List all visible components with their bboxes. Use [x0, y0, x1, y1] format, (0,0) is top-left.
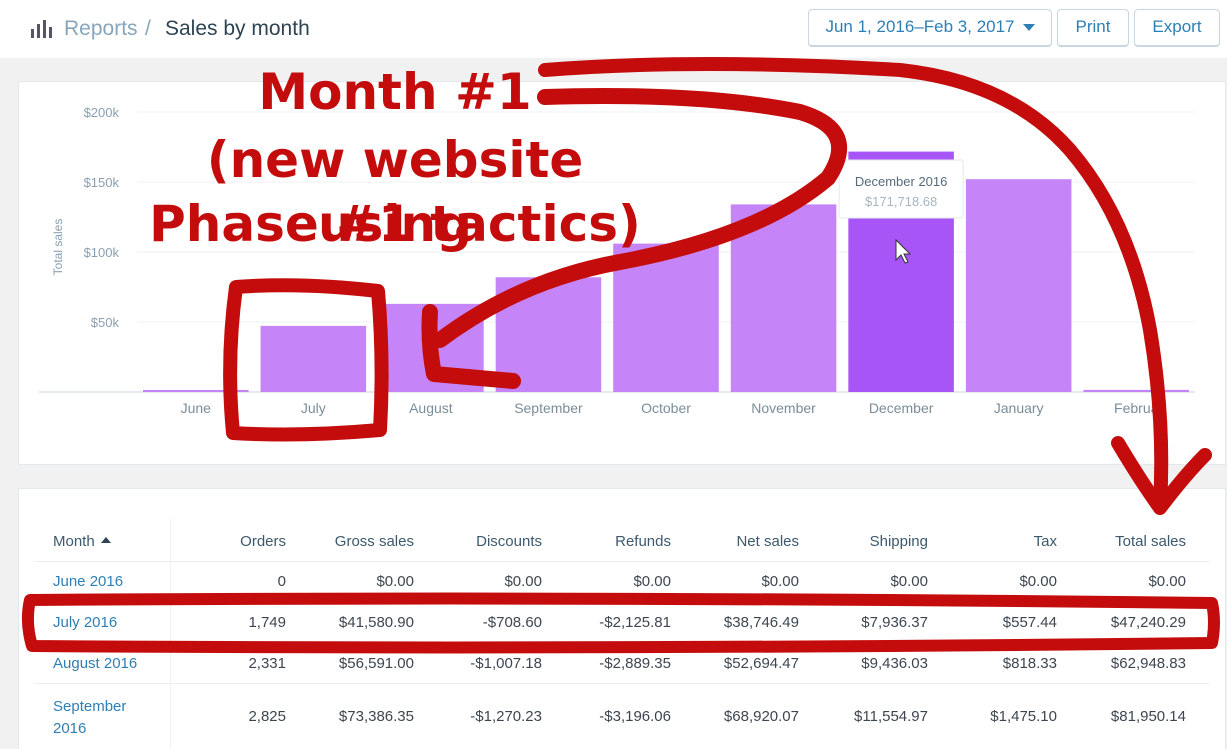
column-header-discounts[interactable]: Discounts: [402, 533, 542, 550]
month-link[interactable]: June 2016: [53, 573, 123, 590]
table-cell-total: $81,950.14: [1110, 708, 1186, 725]
table-cell-refunds: -$2,889.35: [599, 655, 671, 672]
column-header-total-sales[interactable]: Total sales: [1046, 533, 1186, 550]
table-cell-refunds: -$2,125.81: [599, 614, 671, 631]
date-range-button[interactable]: Jun 1, 2016–Feb 3, 2017: [808, 9, 1052, 47]
table-cell-tax: $1,475.10: [990, 708, 1057, 725]
bar: [730, 204, 837, 392]
tooltip-value: $171,718.68: [865, 194, 937, 209]
sales-bar-chart: $50k $100k $150k $200k Total sales June July Au…: [39, 105, 1195, 416]
page-title: Sales by month: [165, 17, 310, 40]
chart-card: $50k $100k $150k $200k Total sales June July Au…: [19, 82, 1225, 464]
column-header-shipping[interactable]: Shipping: [788, 533, 928, 550]
table-cell-net: $68,920.07: [723, 708, 799, 725]
chevron-down-icon: [1022, 24, 1035, 32]
row-divider: [34, 642, 1210, 643]
table-cell-net: $38,746.49: [723, 614, 799, 631]
table-cell-discounts: -$1,007.18: [470, 655, 542, 672]
column-header-orders[interactable]: Orders: [146, 533, 286, 550]
table-cell-net: $0.00: [761, 573, 799, 590]
table-cell-orders: 0: [277, 573, 286, 590]
column-header-refunds[interactable]: Refunds: [531, 533, 671, 550]
x-tick-label: Februa: [1114, 400, 1159, 416]
row-divider: [34, 683, 1210, 684]
export-button[interactable]: Export: [1134, 9, 1220, 47]
table-cell-tax: $0.00: [1019, 573, 1057, 590]
table-cell-orders: 2,331: [248, 655, 286, 672]
table-cell-total: $47,240.29: [1110, 614, 1186, 631]
breadcrumb-separator: /: [145, 17, 151, 40]
y-tick-label: $100k: [84, 245, 120, 260]
column-header-net-sales[interactable]: Net sales: [659, 533, 799, 550]
table-cell-tax: $557.44: [1002, 614, 1057, 631]
sort-ascending-icon: [100, 537, 111, 544]
date-range-label: Jun 1, 2016–Feb 3, 2017: [825, 17, 1015, 36]
table-cell-shipping: $9,436.03: [861, 655, 928, 672]
table-cell-gross: $73,386.35: [338, 708, 414, 725]
row-divider: [34, 601, 1210, 602]
header-divider: [34, 561, 1210, 562]
x-tick-label: September: [514, 400, 583, 416]
table-cell-shipping: $0.00: [890, 573, 928, 590]
table-cell-gross: $0.00: [376, 573, 414, 590]
bar: [143, 390, 249, 392]
table-cell-shipping: $11,554.97: [854, 708, 928, 725]
x-tick-label: November: [751, 400, 816, 416]
bar: [613, 243, 719, 392]
y-tick-label: $50k: [91, 315, 120, 330]
table-cell-gross: $41,580.90: [338, 614, 414, 631]
y-tick-label: $150k: [84, 175, 120, 190]
x-tick-label: June: [181, 400, 212, 416]
x-tick-label: October: [641, 400, 691, 416]
table-cell-orders: 1,749: [248, 614, 286, 631]
tooltip-box: [838, 159, 964, 219]
y-axis-label: Total sales: [51, 219, 65, 276]
column-header-label: Month: [53, 533, 95, 550]
month-link[interactable]: August 2016: [53, 655, 137, 672]
bar-chart-icon: [31, 20, 53, 38]
bar: [378, 303, 484, 392]
table-cell-refunds: $0.00: [633, 573, 671, 590]
y-tick-label: $200k: [84, 105, 120, 120]
tooltip-title: December 2016: [855, 174, 948, 189]
month-link[interactable]: July 2016: [53, 614, 117, 631]
table-cell-total: $62,948.83: [1110, 655, 1186, 672]
column-header-gross-sales[interactable]: Gross sales: [274, 533, 414, 550]
breadcrumb-reports-link[interactable]: Reports: [64, 17, 138, 41]
table-cell-shipping: $7,936.37: [861, 614, 928, 631]
table-cell-total: $0.00: [1148, 573, 1186, 590]
column-header-month[interactable]: Month: [53, 533, 111, 550]
bar: [1083, 389, 1189, 392]
sales-table: Month Orders Gross sales Discounts Refunds Ne…: [19, 489, 1225, 749]
x-tick-label: August: [409, 400, 453, 416]
table-cell-gross: $56,591.00: [338, 655, 414, 672]
table-cell-refunds: -$3,196.06: [599, 708, 671, 725]
table-cell-tax: $818.33: [1002, 655, 1057, 672]
table-cell-discounts: $0.00: [504, 573, 542, 590]
x-tick-label: July: [301, 400, 326, 416]
table-cell-discounts: -$708.60: [482, 614, 542, 631]
bar: [965, 179, 1072, 392]
top-bar: Reports / Sales by month Jun 1, 2016–Feb…: [0, 0, 1227, 58]
table-cell-orders: 2,825: [248, 708, 286, 725]
bar: [495, 277, 602, 392]
x-tick-label: January: [994, 400, 1044, 416]
column-header-tax[interactable]: Tax: [917, 533, 1057, 550]
x-tick-label: December: [869, 400, 934, 416]
table-cell-net: $52,694.47: [723, 655, 799, 672]
table-cell-discounts: -$1,270.23: [470, 708, 542, 725]
bar: [260, 325, 367, 392]
print-button[interactable]: Print: [1057, 9, 1129, 47]
